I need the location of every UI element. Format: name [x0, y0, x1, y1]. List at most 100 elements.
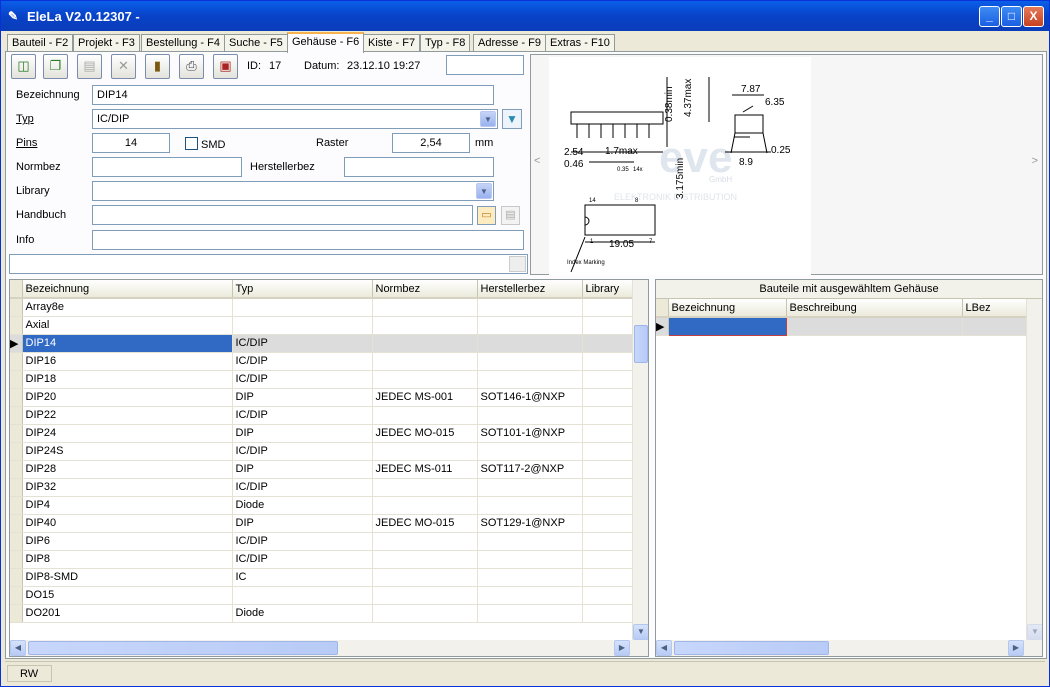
table-row[interactable]: DIP16 IC/DIP — [10, 352, 633, 371]
table-cell[interactable]: IC/DIP — [232, 442, 373, 461]
table-cell[interactable] — [477, 442, 583, 461]
vertical-scrollbar[interactable]: ▼ — [632, 280, 648, 640]
table-cell[interactable]: JEDEC MS-001 — [372, 388, 478, 407]
table-cell[interactable] — [477, 478, 583, 497]
bezeichnung-field[interactable]: DIP14 — [92, 85, 494, 105]
table-row[interactable]: DIP32 IC/DIP — [10, 478, 633, 497]
table-cell[interactable]: Array8e — [22, 298, 233, 317]
table-row[interactable]: DIP6 IC/DIP — [10, 532, 633, 551]
scroll-grip-icon[interactable] — [509, 256, 526, 272]
col-bezeichnung[interactable]: Bezeichnung — [22, 280, 233, 299]
table-cell[interactable] — [582, 568, 633, 587]
table-row[interactable]: ▶ DIP14 IC/DIP — [10, 334, 633, 353]
handbuch-field[interactable] — [92, 205, 473, 225]
table-cell[interactable] — [582, 478, 633, 497]
table-cell[interactable]: IC/DIP — [232, 370, 373, 389]
table-cell[interactable] — [582, 550, 633, 569]
table-cell[interactable]: DIP18 — [22, 370, 233, 389]
table-cell[interactable] — [477, 604, 583, 623]
table-row[interactable]: ▶ — [656, 316, 1027, 336]
tab-bestellung[interactable]: Bestellung - F4 — [141, 34, 225, 52]
table-cell[interactable]: JEDEC MO-015 — [372, 424, 478, 443]
maximize-button[interactable]: □ — [1001, 6, 1022, 27]
table-cell[interactable] — [372, 532, 478, 551]
table-cell[interactable]: SOT117-2@NXP — [477, 460, 583, 479]
table-cell[interactable] — [372, 478, 478, 497]
tab-suche[interactable]: Suche - F5 — [224, 34, 288, 52]
table-cell[interactable]: DIP — [232, 388, 373, 407]
table-cell[interactable] — [477, 316, 583, 335]
scroll-down-icon[interactable]: ▼ — [1027, 624, 1042, 640]
table-cell[interactable]: IC/DIP — [232, 532, 373, 551]
scroll-down-icon[interactable]: ▼ — [633, 624, 648, 640]
table-cell[interactable] — [232, 586, 373, 605]
table-cell[interactable]: DIP24S — [22, 442, 233, 461]
scroll-right-icon[interactable]: ▶ — [614, 640, 630, 656]
table-cell[interactable] — [582, 334, 633, 353]
delete-icon[interactable]: ✕ — [111, 54, 136, 79]
smd-checkbox[interactable] — [185, 137, 198, 150]
typ-select[interactable]: IC/DIP ▼ — [92, 109, 498, 129]
herstellerbez-field[interactable] — [344, 157, 494, 177]
chevron-down-icon[interactable]: ▼ — [476, 183, 492, 199]
pins-field[interactable]: 14 — [92, 133, 170, 153]
table-cell[interactable] — [477, 406, 583, 425]
table-cell[interactable]: DO15 — [22, 586, 233, 605]
table-cell[interactable]: DIP — [232, 424, 373, 443]
table-cell[interactable]: Axial — [22, 316, 233, 335]
table-cell[interactable] — [232, 298, 373, 317]
close-button[interactable]: X — [1023, 6, 1044, 27]
table-cell[interactable]: DIP28 — [22, 460, 233, 479]
table-cell[interactable] — [477, 370, 583, 389]
tab-typ[interactable]: Typ - F8 — [420, 34, 471, 52]
vertical-scrollbar[interactable]: ▼ — [1026, 299, 1042, 640]
table-cell[interactable]: DIP16 — [22, 352, 233, 371]
table-cell[interactable] — [786, 317, 963, 336]
table-row[interactable]: DIP4 Diode — [10, 496, 633, 515]
col-library[interactable]: Library — [582, 280, 633, 299]
col-herstellerbez[interactable]: Herstellerbez — [477, 280, 583, 299]
table-cell[interactable]: IC/DIP — [232, 478, 373, 497]
table-cell[interactable] — [372, 298, 478, 317]
table-row[interactable]: DIP20 DIP JEDEC MS-001 SOT146-1@NXP — [10, 388, 633, 407]
col-bezeichnung[interactable]: Bezeichnung — [668, 299, 787, 318]
table-cell[interactable] — [372, 550, 478, 569]
table-row[interactable]: Array8e — [10, 298, 633, 317]
horizontal-scrollbar[interactable]: ◀ ▶ — [10, 640, 648, 656]
table-row[interactable]: DIP18 IC/DIP — [10, 370, 633, 389]
table-cell[interactable] — [582, 496, 633, 515]
table-cell[interactable] — [582, 316, 633, 335]
table-cell[interactable]: DIP — [232, 514, 373, 533]
col-beschreibung[interactable]: Beschreibung — [786, 299, 963, 318]
table-cell[interactable]: DIP40 — [22, 514, 233, 533]
table-cell[interactable]: Diode — [232, 496, 373, 515]
table-cell[interactable]: IC — [232, 568, 373, 587]
folder-open-icon[interactable]: ▭ — [477, 206, 496, 225]
table-cell[interactable] — [477, 568, 583, 587]
table-cell[interactable] — [582, 586, 633, 605]
nav-right-icon[interactable]: > — [1032, 155, 1038, 167]
save-icon[interactable]: ▣ — [213, 54, 238, 79]
table-cell[interactable]: SOT146-1@NXP — [477, 388, 583, 407]
table-cell[interactable]: DIP32 — [22, 478, 233, 497]
table-cell[interactable]: IC/DIP — [232, 406, 373, 425]
table-cell[interactable]: DIP24 — [22, 424, 233, 443]
table-cell[interactable] — [372, 442, 478, 461]
scroll-left-icon[interactable]: ◀ — [656, 640, 672, 656]
table-cell[interactable] — [477, 496, 583, 515]
hscroll-thumb[interactable] — [674, 641, 829, 655]
filter-icon[interactable]: ▼ — [502, 109, 522, 129]
tab-gehaeuse[interactable]: Gehäuse - F6 — [287, 32, 365, 53]
table-cell[interactable]: SOT101-1@NXP — [477, 424, 583, 443]
table-cell[interactable] — [372, 568, 478, 587]
table-cell[interactable]: JEDEC MS-011 — [372, 460, 478, 479]
table-cell[interactable] — [477, 334, 583, 353]
table-cell[interactable]: IC/DIP — [232, 334, 373, 353]
table-cell[interactable] — [372, 406, 478, 425]
table-cell[interactable]: IC/DIP — [232, 550, 373, 569]
table-cell[interactable]: DO201 — [22, 604, 233, 623]
chevron-down-icon[interactable]: ▼ — [480, 111, 496, 127]
table-cell[interactable] — [582, 370, 633, 389]
table-cell[interactable] — [667, 316, 787, 336]
table-row[interactable]: DIP22 IC/DIP — [10, 406, 633, 425]
